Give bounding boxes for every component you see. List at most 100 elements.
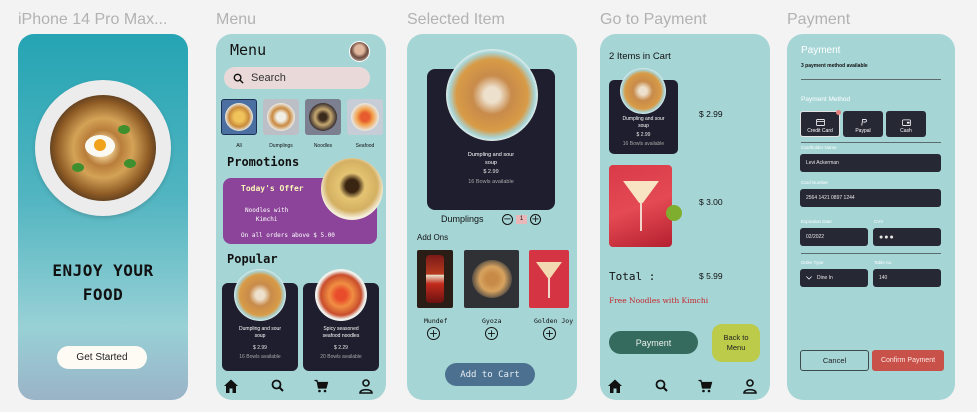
- dumpling-soup-image: [620, 68, 666, 114]
- add-golden-joy-button[interactable]: +: [543, 327, 556, 340]
- cart-item-card[interactable]: Dumpling and sour soup $ 2.99 16 Bowls a…: [609, 68, 678, 154]
- item-name-line1: Dumpling and sour: [467, 152, 515, 158]
- seafood-noodles-image: [315, 269, 367, 321]
- search-input[interactable]: [251, 72, 361, 84]
- cancel-button[interactable]: Cancel: [800, 350, 869, 371]
- item-price: $ 2.29: [334, 345, 348, 351]
- egg-yolk: [94, 139, 106, 151]
- glass-stem: [548, 278, 550, 298]
- category-thumb: [221, 99, 257, 135]
- card-number-input[interactable]: [800, 189, 941, 207]
- method-label: Paypal: [855, 127, 871, 134]
- expiration-date-input[interactable]: [800, 228, 868, 246]
- item-name-line2: soup: [485, 160, 497, 166]
- search-icon[interactable]: [270, 378, 286, 394]
- addon-mundef-image[interactable]: [417, 250, 453, 308]
- payment-screen: Payment 3 payment method available Payme…: [787, 34, 955, 400]
- profile-icon[interactable]: [358, 378, 374, 394]
- bottom-nav: [216, 372, 386, 400]
- divider: [801, 142, 941, 143]
- cardholder-name-input[interactable]: [800, 154, 941, 172]
- splash-screen: ENJOY YOUR FOOD Get Started: [18, 34, 188, 400]
- cart-icon[interactable]: [313, 378, 329, 394]
- avatar[interactable]: [349, 41, 370, 62]
- increase-quantity-button[interactable]: +: [530, 214, 541, 225]
- addon-gyoza-image[interactable]: [464, 250, 519, 308]
- back-to-menu-button[interactable]: Back to Menu: [712, 324, 760, 362]
- promo-note: Free Noodles with Kimchi: [609, 296, 709, 305]
- get-started-button[interactable]: Get Started: [57, 346, 147, 369]
- frame-label-menu: Menu: [216, 11, 257, 28]
- popular-item-card[interactable]: Spicy seasoned seafood noodles $ 2.29 20…: [303, 269, 379, 371]
- add-to-cart-button[interactable]: Add to Cart: [445, 363, 535, 386]
- paypal-icon: [860, 118, 867, 126]
- greens-topping: [72, 163, 84, 172]
- category-label: Seafood: [355, 143, 375, 149]
- page-title: Payment: [801, 45, 841, 56]
- divider: [801, 79, 941, 80]
- category-noodles[interactable]: Noodles: [305, 99, 341, 149]
- profile-icon[interactable]: [742, 378, 758, 394]
- back-label-line2: Menu: [726, 343, 746, 352]
- item-name-line1: Dumpling and sour: [239, 326, 281, 332]
- promo-title: Today's Offer: [241, 184, 304, 193]
- item-price: $ 2.99: [483, 169, 499, 175]
- cart-screen: 2 Items in Cart Dumpling and sour soup $…: [600, 34, 770, 400]
- credit-card-method-button[interactable]: Credit Card: [800, 110, 841, 137]
- card-number-label: Card Number: [801, 180, 829, 185]
- frame-label-payment: Payment: [787, 11, 851, 28]
- bottom-nav: [600, 372, 770, 400]
- decrease-quantity-button[interactable]: −: [502, 214, 513, 225]
- item-name: Dumpling and sour soup: [427, 151, 555, 167]
- category-all[interactable]: All: [221, 99, 257, 149]
- selected-item-screen: Dumpling and sour soup $ 2.99 16 Bowls a…: [407, 34, 577, 400]
- item-name-line1: Spicy seasoned: [323, 326, 359, 332]
- addon-name: Gyoza: [482, 317, 502, 325]
- promotions-heading: Promotions: [227, 155, 300, 169]
- dish-image: [309, 103, 337, 131]
- splash-title-line1: ENJOY YOUR: [52, 261, 154, 280]
- selected-badge: [836, 110, 841, 115]
- cart-item-price: $ 3.00: [699, 197, 723, 207]
- item-availability: 20 Bowls available: [320, 354, 362, 360]
- quantity-value: 1: [516, 215, 527, 224]
- cvv-input[interactable]: [873, 228, 941, 246]
- glass-stem: [640, 203, 642, 231]
- item-availability: 16 Bowls available: [239, 354, 281, 360]
- chevron-down-icon: [806, 276, 812, 280]
- method-label: Credit Card: [807, 127, 833, 134]
- category-seafood[interactable]: Seafood: [347, 99, 383, 149]
- search-icon[interactable]: [654, 378, 670, 394]
- payment-button[interactable]: Payment: [609, 331, 698, 354]
- promo-card[interactable]: Today's Offer Noodles with Kimchi On all…: [223, 158, 383, 244]
- back-label-line1: Back to: [723, 333, 749, 342]
- category-dumplings[interactable]: Dumplings: [263, 99, 299, 149]
- add-gyoza-button[interactable]: +: [485, 327, 498, 340]
- bottle-shape: [426, 255, 444, 303]
- cart-item-cocktail-image[interactable]: [609, 165, 682, 247]
- order-type-select[interactable]: Dine In: [800, 269, 868, 287]
- credit-card-icon: [815, 118, 825, 126]
- addon-name: Mundef: [424, 317, 448, 325]
- addon-golden-joy-image[interactable]: [529, 250, 569, 308]
- item-name: Dumpling and sour soup: [222, 326, 298, 340]
- page-title: Menu: [230, 41, 267, 59]
- home-icon[interactable]: [607, 378, 623, 394]
- order-type-label: Order Type: [801, 260, 824, 265]
- cart-icon[interactable]: [697, 378, 713, 394]
- payment-subtitle: 3 payment method available: [801, 63, 868, 69]
- confirm-payment-button[interactable]: Confirm Payment: [872, 350, 944, 371]
- paypal-method-button[interactable]: Paypal: [843, 111, 883, 137]
- popular-item-card[interactable]: Dumpling and sour soup $ 2.99 16 Bowls a…: [222, 269, 298, 371]
- wallet-icon: [901, 118, 911, 126]
- promo-item-line1: Noodles with: [245, 207, 289, 214]
- cash-method-button[interactable]: Cash: [886, 111, 926, 137]
- table-number-input[interactable]: [873, 269, 941, 287]
- promo-item-name: Noodles with Kimchi: [245, 206, 288, 224]
- add-mundef-button[interactable]: +: [427, 327, 440, 340]
- cvv-label: CVV: [874, 219, 884, 224]
- promo-terms: On all orders above $ 5.00: [241, 232, 335, 239]
- home-icon[interactable]: [223, 378, 239, 394]
- search-bar[interactable]: [224, 67, 370, 89]
- splash-title: ENJOY YOUR FOOD: [18, 259, 188, 307]
